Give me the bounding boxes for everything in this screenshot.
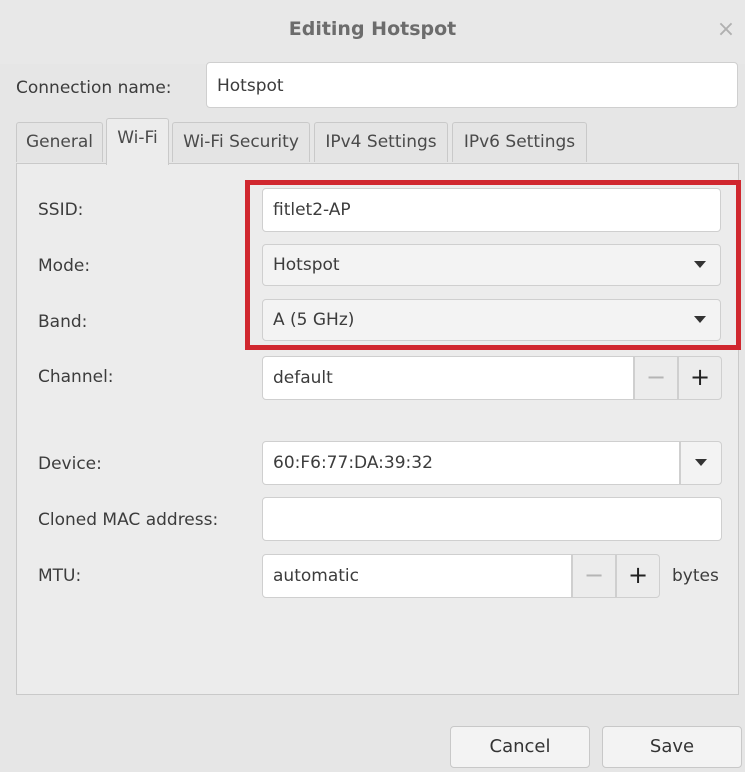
device-combo-input[interactable]: 60:F6:77:DA:39:32 xyxy=(262,441,680,485)
mtu-increment-button[interactable]: + xyxy=(616,554,660,598)
chevron-down-icon xyxy=(695,459,707,466)
save-button[interactable]: Save xyxy=(602,726,742,768)
tab-ipv4-settings[interactable]: IPv4 Settings xyxy=(314,122,448,162)
tab-general[interactable]: General xyxy=(16,122,103,162)
highlight-box xyxy=(245,180,741,350)
device-dropdown-button[interactable] xyxy=(680,441,722,485)
close-icon[interactable]: × xyxy=(712,16,740,44)
connection-name-input[interactable]: Hotspot xyxy=(206,62,738,108)
connection-name-label: Connection name: xyxy=(16,78,172,98)
cloned-mac-input[interactable] xyxy=(262,497,722,541)
mtu-decrement-button[interactable]: − xyxy=(572,554,616,598)
tab-ipv6-settings[interactable]: IPv6 Settings xyxy=(452,122,587,162)
mode-label: Mode: xyxy=(38,256,91,276)
channel-label: Channel: xyxy=(38,367,114,387)
mtu-label: MTU: xyxy=(38,566,82,586)
mtu-input[interactable]: automatic xyxy=(262,554,572,598)
ssid-label: SSID: xyxy=(38,200,84,220)
channel-decrement-button[interactable]: − xyxy=(634,356,678,400)
channel-increment-button[interactable]: + xyxy=(678,356,722,400)
cancel-button[interactable]: Cancel xyxy=(450,726,590,768)
channel-input[interactable]: default xyxy=(262,356,634,400)
device-label: Device: xyxy=(38,454,102,474)
tab-wifi[interactable]: Wi-Fi xyxy=(106,118,169,165)
dialog-window: Editing Hotspot × Connection name: Hotsp… xyxy=(0,0,745,772)
band-label: Band: xyxy=(38,312,88,332)
cloned-mac-label: Cloned MAC address: xyxy=(38,510,219,530)
window-title: Editing Hotspot xyxy=(288,18,457,40)
tab-wifi-security[interactable]: Wi-Fi Security xyxy=(172,122,310,162)
mtu-unit-label: bytes xyxy=(672,566,719,586)
